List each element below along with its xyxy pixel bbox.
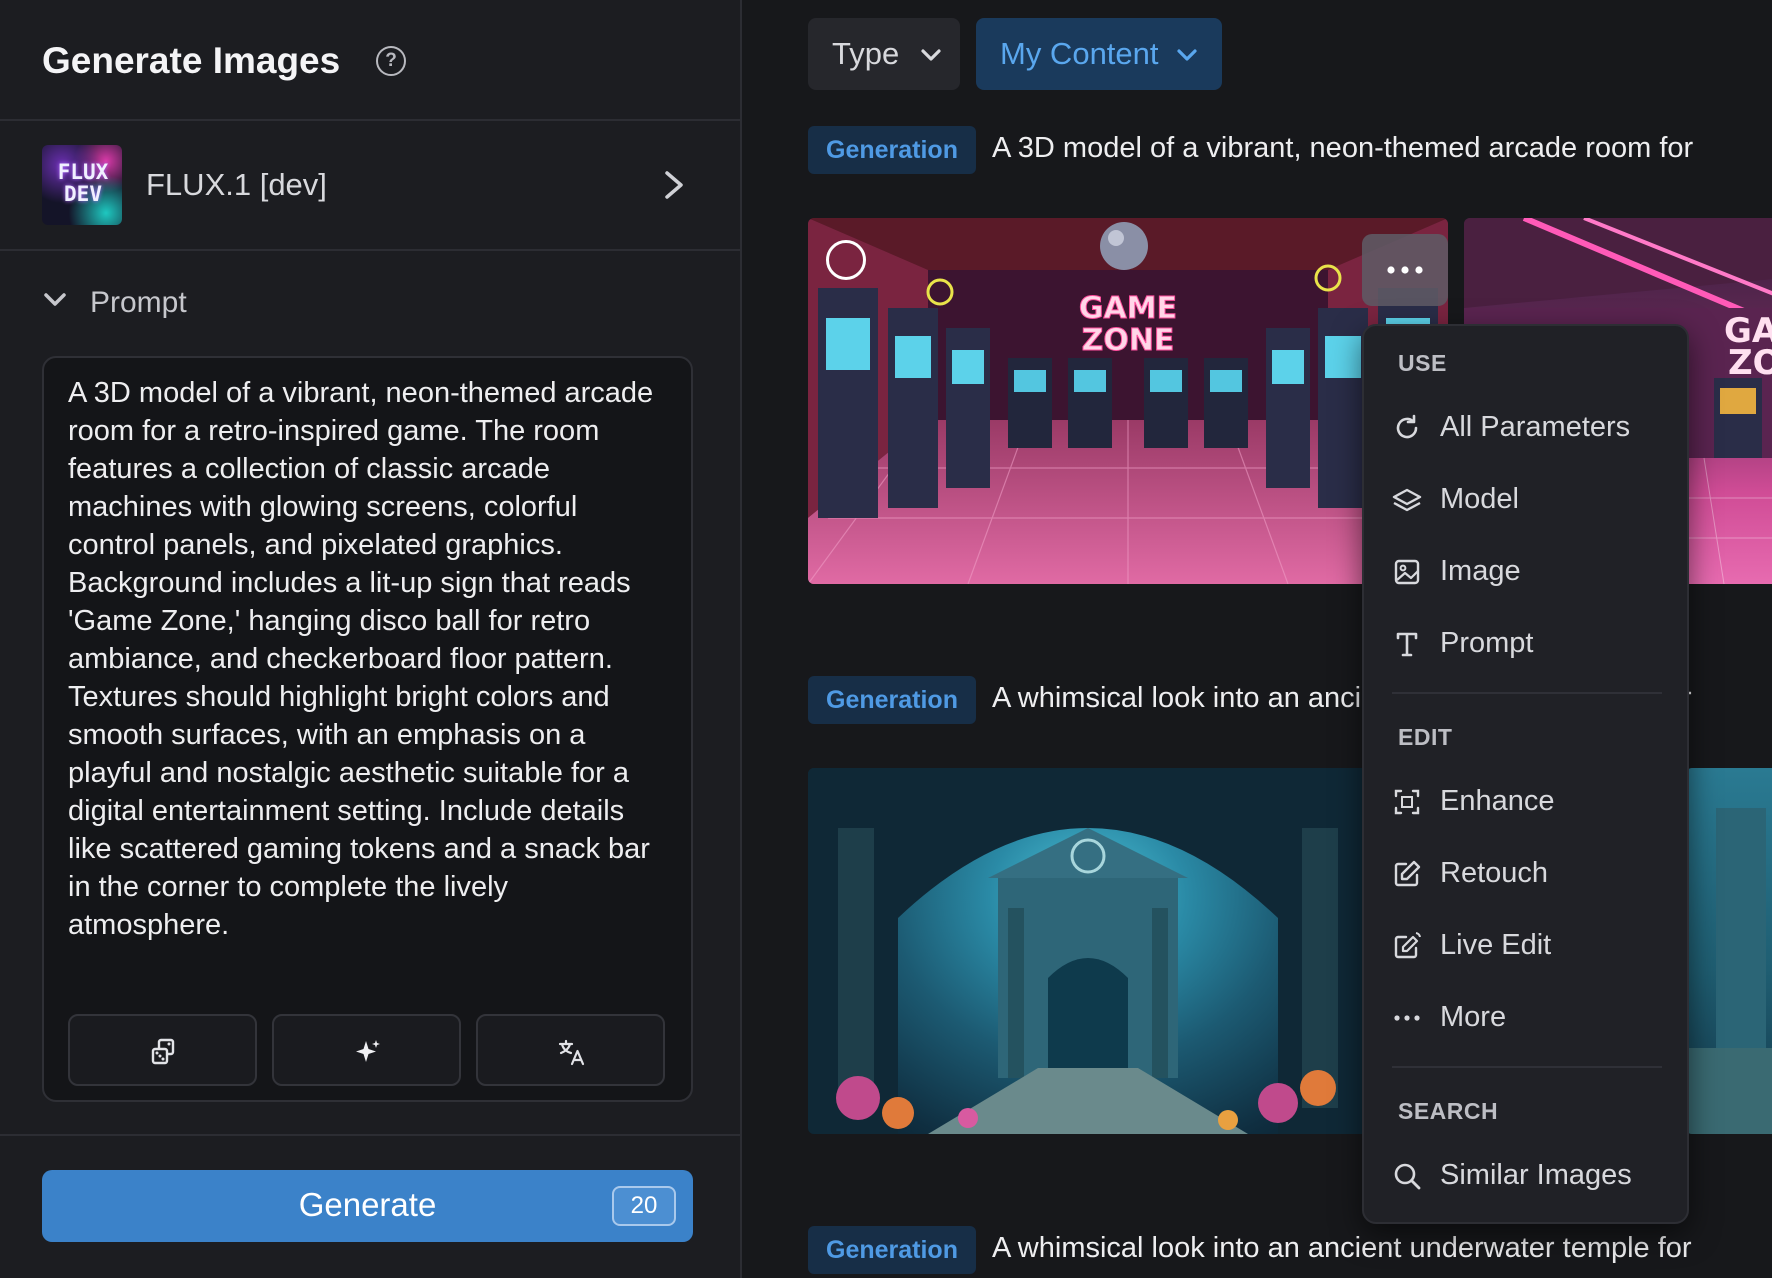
menu-section-heading: USE xyxy=(1398,350,1447,376)
menu-item-label: More xyxy=(1440,1001,1507,1033)
menu-divider xyxy=(1392,1066,1662,1068)
menu-item-label: Similar Images xyxy=(1440,1159,1632,1191)
panel-header: Generate Images ? xyxy=(0,0,740,121)
search-icon xyxy=(1394,1163,1421,1190)
type-filter-label: Type xyxy=(832,36,900,71)
content-filter-dropdown[interactable]: My Content xyxy=(976,18,1222,90)
menu-item-live-edit[interactable]: Live Edit xyxy=(1364,914,1689,978)
generation-header: Generation A 3D model of a vibrant, neon… xyxy=(808,126,1772,174)
generation-badge: Generation xyxy=(808,1226,976,1274)
menu-item-label: Prompt xyxy=(1440,627,1534,659)
help-icon[interactable]: ? xyxy=(376,46,406,76)
menu-item-retouch[interactable]: Retouch xyxy=(1364,842,1689,906)
menu-divider xyxy=(1392,692,1662,694)
arcade-sign-text: GAME xyxy=(1079,291,1177,326)
generation-prompt-text[interactable]: A whimsical look into an ancient underwa… xyxy=(992,1232,1692,1265)
dice-icon xyxy=(151,1038,175,1065)
content-filter-label: My Content xyxy=(1000,36,1159,71)
content-feed: Type My Content Generation A 3D model of… xyxy=(744,0,1772,1278)
menu-item-model[interactable]: Model xyxy=(1364,468,1689,532)
image-more-options-button[interactable] xyxy=(1362,234,1448,306)
menu-item-similar-images[interactable]: Similar Images xyxy=(1364,1144,1689,1208)
footer-divider xyxy=(0,1134,740,1136)
model-logo-text: DEV xyxy=(64,182,102,206)
model-logo-text: FLUX xyxy=(57,160,109,184)
enhance-icon xyxy=(1394,789,1420,815)
model-selector[interactable]: FLUX DEV FLUX.1 [dev] xyxy=(0,121,740,251)
chevron-right-icon xyxy=(665,171,683,199)
temple-artwork xyxy=(808,768,1368,1134)
generate-panel: Generate Images ? FLUX DEV FLUX.1 [dev] … xyxy=(0,0,742,1278)
translate-icon xyxy=(558,1039,585,1066)
random-prompt-button[interactable] xyxy=(68,1014,257,1086)
page-title: Generate Images xyxy=(42,40,341,81)
generation-prompt-text[interactable]: A 3D model of a vibrant, neon-themed arc… xyxy=(992,132,1693,165)
ellipsis-icon xyxy=(1394,1015,1420,1021)
layers-icon xyxy=(1392,488,1422,512)
generated-image-arcade[interactable]: GAME ZONE xyxy=(808,218,1448,584)
prompt-section-toggle[interactable]: Prompt xyxy=(42,282,282,322)
menu-item-label: Enhance xyxy=(1440,785,1555,817)
menu-item-label: Retouch xyxy=(1440,857,1549,889)
menu-item-more[interactable]: More xyxy=(1364,986,1689,1050)
generation-badge: Generation xyxy=(808,126,976,174)
arcade-sign-text: ZO xyxy=(1728,343,1772,383)
translate-prompt-button[interactable] xyxy=(476,1014,665,1086)
image-icon xyxy=(1394,559,1420,585)
prompt-input-box: A 3D model of a vibrant, neon-themed arc… xyxy=(42,356,693,1102)
image-context-menu: USE All Parameters Model Image Prompt ED… xyxy=(1362,324,1689,1224)
generated-image-temple-alt[interactable] xyxy=(1686,768,1772,1134)
enhance-prompt-button[interactable] xyxy=(272,1014,461,1086)
menu-section-heading: EDIT xyxy=(1398,724,1453,750)
chevron-down-icon xyxy=(921,49,941,61)
menu-item-all-parameters[interactable]: All Parameters xyxy=(1364,396,1689,460)
chevron-down-icon xyxy=(1177,49,1197,61)
menu-section-heading: SEARCH xyxy=(1398,1098,1499,1124)
arcade-artwork: GAME ZONE xyxy=(808,218,1448,584)
menu-item-enhance[interactable]: Enhance xyxy=(1364,770,1689,834)
arcade-sign-text: ZONE xyxy=(1082,323,1175,358)
text-icon xyxy=(1396,632,1418,657)
model-thumbnail: FLUX DEV xyxy=(42,145,122,225)
live-edit-icon xyxy=(1394,932,1421,959)
temple-artwork-alt xyxy=(1686,808,1772,1134)
menu-item-label: Live Edit xyxy=(1440,929,1552,961)
sparkle-icon xyxy=(356,1040,380,1062)
generation-header: Generation A whimsical look into an anci… xyxy=(808,1226,1772,1274)
generate-button[interactable]: Generate 20 xyxy=(42,1170,693,1242)
prompt-textarea[interactable]: A 3D model of a vibrant, neon-themed arc… xyxy=(68,374,668,944)
menu-item-label: All Parameters xyxy=(1440,411,1631,443)
edit-icon xyxy=(1394,860,1421,887)
menu-item-label: Model xyxy=(1440,483,1519,515)
select-checkbox[interactable] xyxy=(826,240,866,280)
generate-button-label: Generate xyxy=(298,1186,437,1223)
menu-item-prompt[interactable]: Prompt xyxy=(1364,612,1689,676)
prompt-section-label: Prompt xyxy=(90,286,187,319)
generated-image-temple[interactable] xyxy=(808,768,1368,1134)
token-cost-badge: 20 xyxy=(612,1186,676,1226)
chevron-down-icon xyxy=(44,293,66,306)
ellipsis-icon xyxy=(1387,266,1423,274)
menu-item-label: Image xyxy=(1440,555,1521,587)
model-name: FLUX.1 [dev] xyxy=(146,167,327,202)
menu-item-image[interactable]: Image xyxy=(1364,540,1689,604)
refresh-icon xyxy=(1396,414,1418,439)
type-filter-dropdown[interactable]: Type xyxy=(808,18,960,90)
generation-badge: Generation xyxy=(808,676,976,724)
